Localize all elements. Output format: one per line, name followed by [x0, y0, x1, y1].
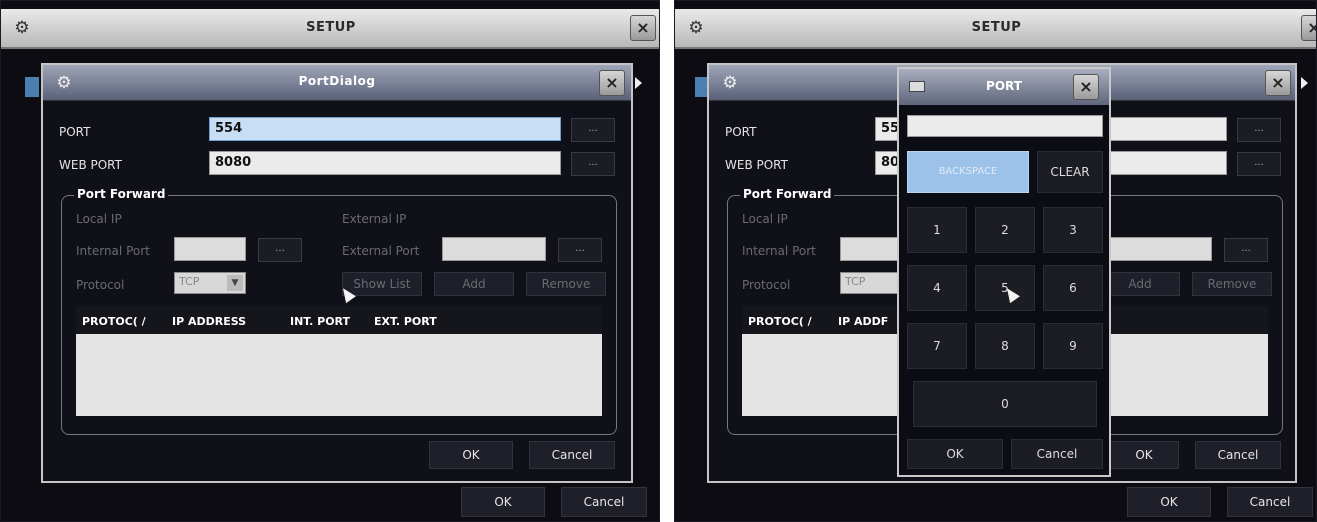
port-label: PORT — [59, 125, 91, 139]
remove-button[interactable]: Remove — [1192, 272, 1272, 296]
port-forward-group: Port Forward Local IP External IP Intern… — [61, 187, 617, 435]
setup-titlebar: ⚙ SETUP × — [675, 9, 1316, 49]
dialog-ok-button[interactable]: OK — [429, 441, 513, 469]
key-4[interactable]: 4 — [907, 265, 967, 311]
keypad-titlebar: PORT × — [899, 69, 1109, 105]
column-protocol[interactable]: PROTOC( / — [748, 315, 812, 328]
setup-title: SETUP — [306, 20, 356, 35]
external-port-label: External Port — [342, 244, 420, 258]
column-int-port[interactable]: INT. PORT — [290, 315, 350, 328]
port-forward-table-header: PROTOC( / IP ADDRESS INT. PORT EXT. PORT — [76, 306, 602, 334]
key-1[interactable]: 1 — [907, 207, 967, 253]
column-protocol[interactable]: PROTOC( / — [82, 315, 146, 328]
setup-close-button[interactable]: × — [630, 15, 656, 41]
setup-ok-button[interactable]: OK — [461, 487, 545, 517]
external-port-input[interactable] — [1108, 237, 1212, 261]
protocol-label: Protocol — [742, 278, 791, 292]
clear-key[interactable]: CLEAR — [1037, 151, 1103, 193]
key-8[interactable]: 8 — [975, 323, 1035, 369]
local-ip-label: Local IP — [76, 212, 122, 226]
port-dialog-close-button[interactable]: × — [1265, 70, 1291, 96]
port-dialog-titlebar: ⚙ PortDialog × — [43, 65, 631, 101]
web-port-label: WEB PORT — [59, 158, 122, 172]
dialog-cancel-button[interactable]: Cancel — [529, 441, 615, 469]
local-ip-label: Local IP — [742, 212, 788, 226]
keypad-ok-button[interactable]: OK — [907, 439, 1003, 469]
column-ext-port[interactable]: EXT. PORT — [374, 315, 437, 328]
port-forward-title: Port Forward — [74, 187, 169, 201]
internal-port-input[interactable] — [174, 237, 246, 261]
external-port-keypad-button[interactable]: ... — [558, 238, 602, 262]
setup-titlebar: ⚙ SETUP × — [1, 9, 659, 49]
port-dialog-close-button[interactable]: × — [599, 70, 625, 96]
port-keypad-button[interactable]: ... — [571, 118, 615, 142]
side-tab-icon — [25, 77, 39, 97]
backspace-key[interactable]: BACKSPACE — [907, 151, 1029, 193]
setup-ok-button[interactable]: OK — [1127, 487, 1211, 517]
port-keypad-popup: PORT × BACKSPACE CLEAR 1 2 3 4 5 6 7 8 9… — [897, 67, 1111, 477]
web-port-keypad-button[interactable]: ... — [1237, 152, 1281, 176]
keypad-close-button[interactable]: × — [1073, 74, 1099, 100]
web-port-input[interactable]: 8080 — [209, 151, 561, 175]
port-input[interactable]: 554 — [209, 117, 561, 141]
dialog-ok-button[interactable]: OK — [1109, 441, 1179, 469]
chevron-down-icon: ▼ — [227, 275, 243, 291]
key-2[interactable]: 2 — [975, 207, 1035, 253]
setup-title: SETUP — [971, 20, 1022, 35]
protocol-select[interactable]: TCP ▼ — [174, 272, 246, 294]
side-tab-icon — [695, 77, 707, 97]
port-dialog-title: PortDialog — [298, 74, 376, 88]
right-setup-window: ⚙ SETUP × ⚙ × PORT 55 ... WEB PORT 80 ..… — [674, 0, 1317, 522]
protocol-value: TCP — [179, 275, 200, 288]
column-ip-address[interactable]: IP ADDF — [838, 315, 888, 328]
key-3[interactable]: 3 — [1043, 207, 1103, 253]
column-ip-address[interactable]: IP ADDRESS — [172, 315, 246, 328]
port-dialog: ⚙ PortDialog × PORT 554 ... WEB PORT 808… — [41, 63, 633, 483]
protocol-label: Protocol — [76, 278, 125, 292]
port-keypad-button[interactable]: ... — [1237, 118, 1281, 142]
tab-scroll-right-icon[interactable] — [635, 77, 642, 89]
external-ip-label: External IP — [342, 212, 407, 226]
key-6[interactable]: 6 — [1043, 265, 1103, 311]
dialog-cancel-button[interactable]: Cancel — [1195, 441, 1281, 469]
port-forward-title: Port Forward — [740, 187, 835, 201]
tab-scroll-right-icon[interactable] — [1301, 77, 1308, 89]
port-label: PORT — [725, 125, 757, 139]
left-setup-window: ⚙ SETUP × ⚙ PortDialog × PORT 554 ... WE… — [0, 0, 660, 522]
external-port-keypad-button[interactable]: ... — [1224, 238, 1268, 262]
internal-port-keypad-button[interactable]: ... — [258, 238, 302, 262]
remove-button[interactable]: Remove — [526, 272, 606, 296]
add-button[interactable]: Add — [1100, 272, 1180, 296]
show-list-button[interactable]: Show List — [342, 272, 422, 296]
key-9[interactable]: 9 — [1043, 323, 1103, 369]
setup-cancel-button[interactable]: Cancel — [1227, 487, 1313, 517]
external-port-input[interactable] — [442, 237, 546, 261]
camera-app-icon: ⚙ — [722, 73, 738, 93]
setup-cancel-button[interactable]: Cancel — [561, 487, 647, 517]
key-7[interactable]: 7 — [907, 323, 967, 369]
keypad-cancel-button[interactable]: Cancel — [1011, 439, 1103, 469]
web-port-label: WEB PORT — [725, 158, 788, 172]
protocol-value: TCP — [845, 275, 866, 288]
add-button[interactable]: Add — [434, 272, 514, 296]
internal-port-label: Internal Port — [76, 244, 150, 258]
port-forward-table-body[interactable] — [76, 334, 602, 416]
key-0[interactable]: 0 — [913, 381, 1097, 427]
setup-close-button[interactable]: × — [1301, 15, 1316, 41]
web-port-keypad-button[interactable]: ... — [571, 152, 615, 176]
keypad-display[interactable] — [907, 115, 1103, 137]
internal-port-label: Internal Port — [742, 244, 816, 258]
